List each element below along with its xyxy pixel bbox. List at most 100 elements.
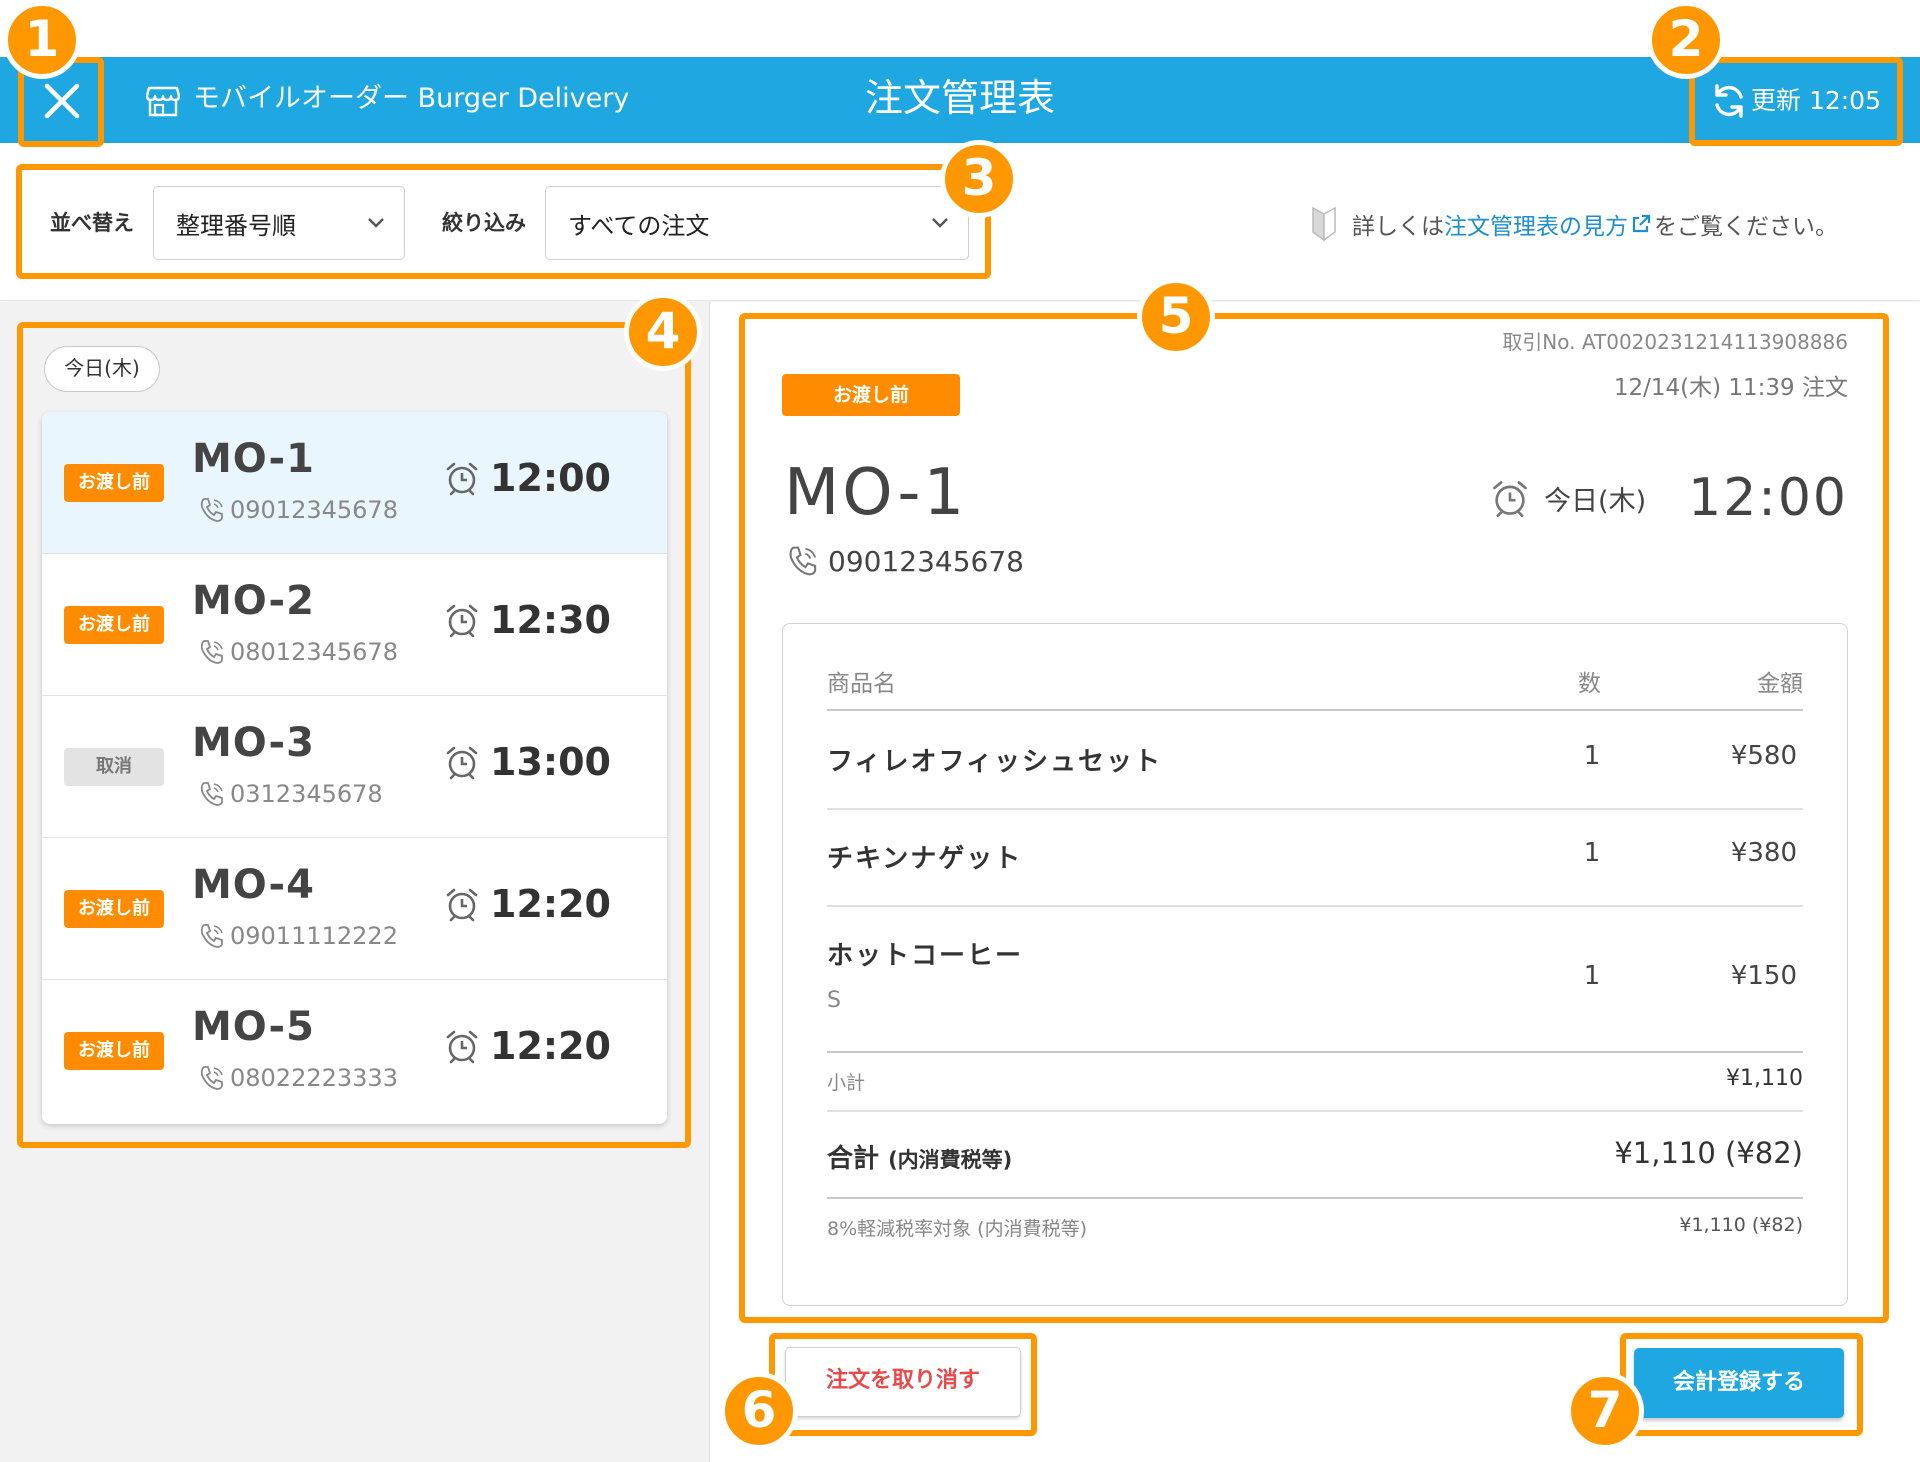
app-header: モバイルオーダー Burger Delivery 注文管理表 更新 12:05 xyxy=(0,57,1920,143)
item-price: ¥150 xyxy=(1730,961,1797,991)
close-icon xyxy=(44,83,80,119)
order-time: 12:00 xyxy=(444,456,611,500)
phone-icon xyxy=(200,640,223,664)
row-divider xyxy=(827,905,1803,907)
order-phone-number: 08012345678 xyxy=(230,638,398,666)
alarm-clock-icon xyxy=(446,1030,478,1064)
alarm-clock-icon xyxy=(446,462,478,496)
external-link-icon[interactable] xyxy=(1630,213,1652,235)
total-divider xyxy=(827,1197,1803,1199)
alarm-clock-icon xyxy=(1493,481,1527,518)
order-phone: 0312345678 xyxy=(198,780,383,808)
tax-value: ¥1,110 (¥82) xyxy=(1679,1214,1803,1236)
order-row-mo-2[interactable]: お渡し前 MO-2 08012345678 12:30 xyxy=(42,554,667,696)
register-payment-button[interactable]: 会計登録する xyxy=(1634,1348,1844,1418)
phone-icon xyxy=(200,924,223,948)
item-name: チキンナゲット xyxy=(827,844,1023,874)
alarm-clock-icon xyxy=(446,746,478,780)
item-name: ホットコーヒー xyxy=(827,941,1024,971)
status-badge: 取消 xyxy=(64,748,164,786)
pickup-day: 今日(木) xyxy=(1544,485,1647,517)
total-note: (内消費税等) xyxy=(888,1148,1013,1172)
subtotal-value: ¥1,110 xyxy=(1726,1066,1803,1091)
phone-icon xyxy=(789,546,817,576)
chevron-down-icon xyxy=(368,218,384,228)
cancel-order-button[interactable]: 注文を取り消す xyxy=(785,1347,1021,1417)
total-label: 合計 (内消費税等) xyxy=(827,1138,1012,1175)
order-number: MO-3 xyxy=(192,720,315,766)
detail-phone-number: 09012345678 xyxy=(828,544,1024,578)
sort-select[interactable]: 整理番号順 xyxy=(153,186,405,260)
order-row-mo-1[interactable]: お渡し前 MO-1 09012345678 12:00 xyxy=(42,412,667,554)
status-badge: お渡し前 xyxy=(64,606,164,644)
order-time-value: 12:30 xyxy=(490,598,611,642)
transaction-number: 取引No. AT0020231214113908886 xyxy=(1502,330,1848,354)
phone-icon xyxy=(200,1066,223,1090)
order-phone-number: 0312345678 xyxy=(230,780,383,808)
detail-phone: 09012345678 xyxy=(786,544,1024,578)
phone-icon xyxy=(200,782,223,806)
col-header-name: 商品名 xyxy=(827,671,896,697)
filter-label: 絞り込み xyxy=(442,211,526,235)
chevron-down-icon xyxy=(932,218,948,228)
order-number: MO-5 xyxy=(192,1004,315,1050)
store-name: モバイルオーダー Burger Delivery xyxy=(193,83,630,114)
order-list: お渡し前 MO-1 09012345678 12:00 お渡し前 MO-2 08… xyxy=(42,412,667,1124)
alarm-clock-icon xyxy=(446,888,478,922)
status-badge: お渡し前 xyxy=(64,1032,164,1070)
col-header-qty: 数 xyxy=(1578,671,1601,697)
subtotal-divider xyxy=(827,1051,1803,1053)
subtotal-label: 小計 xyxy=(827,1072,866,1094)
item-price: ¥380 xyxy=(1730,838,1797,868)
help-suffix: をご覧ください。 xyxy=(1654,214,1838,240)
toolbar: 並べ替え 整理番号順 絞り込み すべての注文 詳しくは 注文管理表の見方 をご覧… xyxy=(0,143,1920,301)
store-icon xyxy=(146,86,180,117)
sort-select-value: 整理番号順 xyxy=(176,211,296,240)
row-divider xyxy=(827,808,1803,810)
order-time-value: 13:00 xyxy=(490,740,611,784)
order-datetime: 12/14(木) 11:39 注文 xyxy=(1613,375,1848,401)
tax-label: 8%軽減税率対象 (内消費税等) xyxy=(827,1218,1088,1240)
header-divider xyxy=(827,709,1803,711)
help-link[interactable]: 注文管理表の見方 xyxy=(1444,207,1628,241)
order-time-value: 12:20 xyxy=(490,882,611,926)
help-prefix: 詳しくは xyxy=(1352,214,1444,240)
order-items-card: 商品名 数 金額 フィレオフィッシュセット 1 ¥580 チキンナゲット 1 ¥… xyxy=(782,623,1848,1306)
order-phone: 09011112222 xyxy=(198,922,398,950)
refresh-button[interactable]: 更新 12:05 xyxy=(1692,63,1900,139)
total-label-text: 合計 xyxy=(827,1144,880,1174)
help-text: 詳しくは 注文管理表の見方 をご覧ください。 xyxy=(1310,206,1838,242)
detail-order-number: MO-1 xyxy=(784,456,968,530)
order-row-mo-3[interactable]: 取消 MO-3 0312345678 13:00 xyxy=(42,696,667,838)
order-phone: 09012345678 xyxy=(198,496,398,524)
item-price: ¥580 xyxy=(1730,741,1797,771)
item-qty: 1 xyxy=(1583,741,1601,771)
pickup-time: 今日(木) 12:00 xyxy=(1490,468,1848,528)
order-time: 12:30 xyxy=(444,598,611,642)
item-option: S xyxy=(827,988,841,1013)
detail-status-badge: お渡し前 xyxy=(782,374,960,416)
date-chip: 今日(木) xyxy=(44,346,160,392)
refresh-icon xyxy=(1715,84,1743,118)
alarm-clock-icon xyxy=(446,604,478,638)
sort-label: 並べ替え xyxy=(50,211,134,235)
pickup-time-value: 12:00 xyxy=(1688,468,1848,528)
item-name: フィレオフィッシュセット xyxy=(827,747,1162,777)
phone-icon xyxy=(200,498,223,522)
filter-select-value: すべての注文 xyxy=(568,211,710,240)
order-number: MO-1 xyxy=(192,436,315,482)
order-number: MO-4 xyxy=(192,862,315,908)
close-button[interactable] xyxy=(22,65,102,137)
item-qty: 1 xyxy=(1583,961,1601,991)
order-row-mo-5[interactable]: お渡し前 MO-5 08022223333 12:20 xyxy=(42,980,667,1122)
status-badge: お渡し前 xyxy=(64,890,164,928)
refresh-label: 更新 12:05 xyxy=(1751,86,1881,115)
order-time: 12:20 xyxy=(444,882,611,926)
order-phone-number: 09011112222 xyxy=(230,922,398,950)
beginner-mark-icon xyxy=(1312,206,1336,242)
filter-select[interactable]: すべての注文 xyxy=(545,186,969,260)
order-row-mo-4[interactable]: お渡し前 MO-4 09011112222 12:20 xyxy=(42,838,667,980)
col-header-amount: 金額 xyxy=(1757,671,1803,697)
order-time-value: 12:20 xyxy=(490,1024,611,1068)
row-divider xyxy=(827,1110,1803,1112)
